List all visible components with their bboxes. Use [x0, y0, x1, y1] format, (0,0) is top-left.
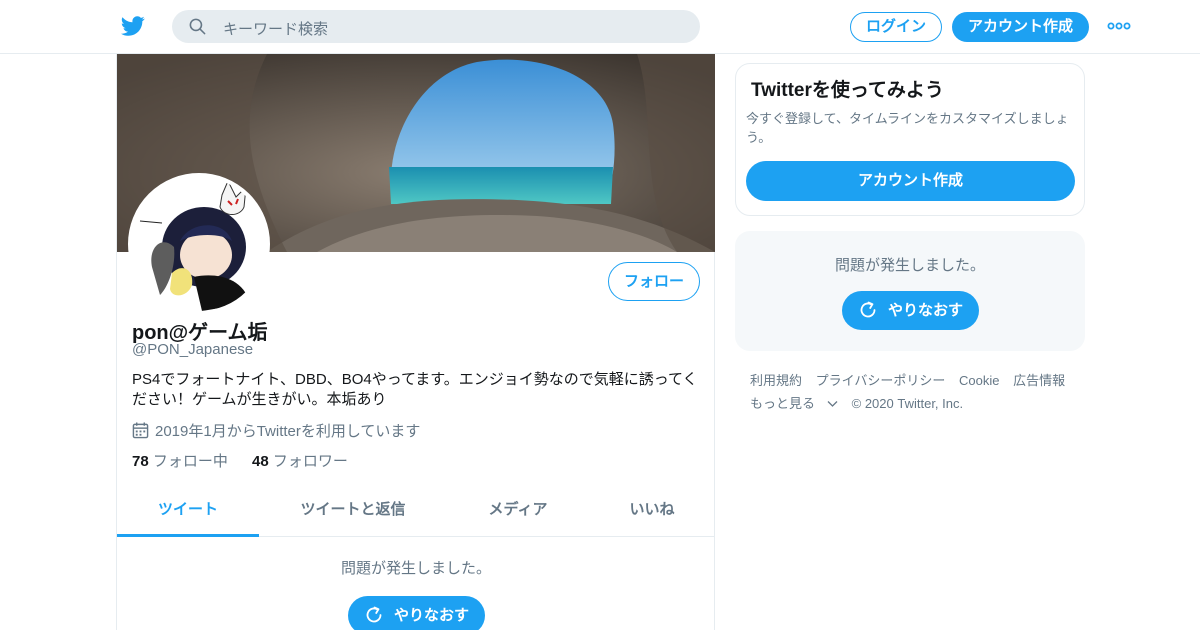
footer-more-button[interactable]: もっと見る — [750, 396, 838, 411]
profile-bio: PS4でフォートナイト、DBD、BO4やってます。エンジョイ勢なので気軽に誘って… — [132, 371, 698, 408]
footer-link-ads-info[interactable]: 広告情報 — [1013, 373, 1065, 388]
followers-stat[interactable]: 48 フォロワー — [252, 453, 348, 470]
signup-card: Twitterを使ってみよう 今すぐ登録して、タイムラインをカスタマイズしましょ… — [735, 63, 1085, 216]
search-box[interactable]: キーワード検索 — [172, 10, 700, 43]
footer-second-row: もっと見る © 2020 Twitter, Inc. — [750, 392, 1080, 415]
twitter-bird-logo-icon[interactable] — [120, 14, 146, 38]
top-navigation-bar: キーワード検索 ログイン アカウント作成 — [0, 0, 1200, 54]
tab-media[interactable]: メディア — [447, 486, 589, 537]
following-label: フォロー中 — [152, 453, 228, 470]
chevron-down-icon — [827, 401, 838, 407]
retry-label: やりなおす — [394, 607, 470, 624]
avatar-illustration-icon — [132, 177, 266, 311]
signup-button[interactable]: アカウント作成 — [952, 12, 1089, 42]
footer-more-label: もっと見る — [750, 396, 816, 411]
search-input[interactable]: キーワード検索 — [223, 18, 328, 39]
profile-column: フォロー pon@ゲーム垢 @PON_Japanese PS4でフォートナイト、… — [116, 54, 715, 630]
tab-tweets-and-replies[interactable]: ツイートと返信 — [259, 486, 447, 537]
sidebar-footer: 利用規約 プライバシーポリシー Cookie 広告情報 もっと見る © 2020… — [750, 369, 1080, 415]
tab-likes[interactable]: いいね — [589, 486, 715, 537]
followers-count: 48 — [252, 453, 269, 470]
signup-card-title: Twitterを使ってみよう — [751, 80, 944, 101]
refresh-icon — [860, 301, 876, 318]
footer-link-privacy[interactable]: プライバシーポリシー — [816, 373, 946, 388]
profile-stats: 78 フォロー中 48 フォロワー — [132, 450, 368, 471]
sidebar-error-card: 問題が発生しました。 やりなおす — [735, 231, 1085, 351]
refresh-icon — [366, 606, 382, 623]
signup-card-description: 今すぐ登録して、タイムラインをカスタマイズしましょう。 — [746, 111, 1069, 145]
more-options-icon[interactable] — [1107, 19, 1131, 33]
profile-handle[interactable]: @PON_Japanese — [132, 341, 253, 358]
calendar-icon — [132, 422, 149, 439]
following-stat[interactable]: 78 フォロー中 — [132, 453, 228, 470]
sidebar-error-message: 問題が発生しました。 — [834, 257, 985, 274]
profile-avatar[interactable] — [128, 173, 270, 315]
followers-label: フォロワー — [272, 453, 348, 470]
footer-copyright: © 2020 Twitter, Inc. — [851, 396, 964, 411]
timeline-retry-button[interactable]: やりなおす — [348, 596, 485, 630]
tab-tweets[interactable]: ツイート — [117, 486, 259, 537]
profile-joined-date: 2019年1月からTwitterを利用しています — [132, 420, 420, 441]
search-icon — [189, 18, 206, 35]
login-button[interactable]: ログイン — [850, 12, 942, 42]
footer-link-cookie[interactable]: Cookie — [959, 373, 999, 388]
retry-label: やりなおす — [888, 302, 964, 319]
follow-button[interactable]: フォロー — [608, 262, 700, 301]
profile-tabs: ツイート ツイートと返信 メディア いいね — [117, 486, 715, 537]
footer-links-row: 利用規約 プライバシーポリシー Cookie 広告情報 — [750, 369, 1080, 392]
joined-text: 2019年1月からTwitterを利用しています — [155, 423, 421, 440]
following-count: 78 — [132, 453, 149, 470]
sidebar-retry-button[interactable]: やりなおす — [842, 291, 979, 330]
footer-link-terms[interactable]: 利用規約 — [750, 373, 802, 388]
timeline-error-message: 問題が発生しました。 — [340, 560, 491, 577]
signup-card-button[interactable]: アカウント作成 — [746, 161, 1075, 201]
